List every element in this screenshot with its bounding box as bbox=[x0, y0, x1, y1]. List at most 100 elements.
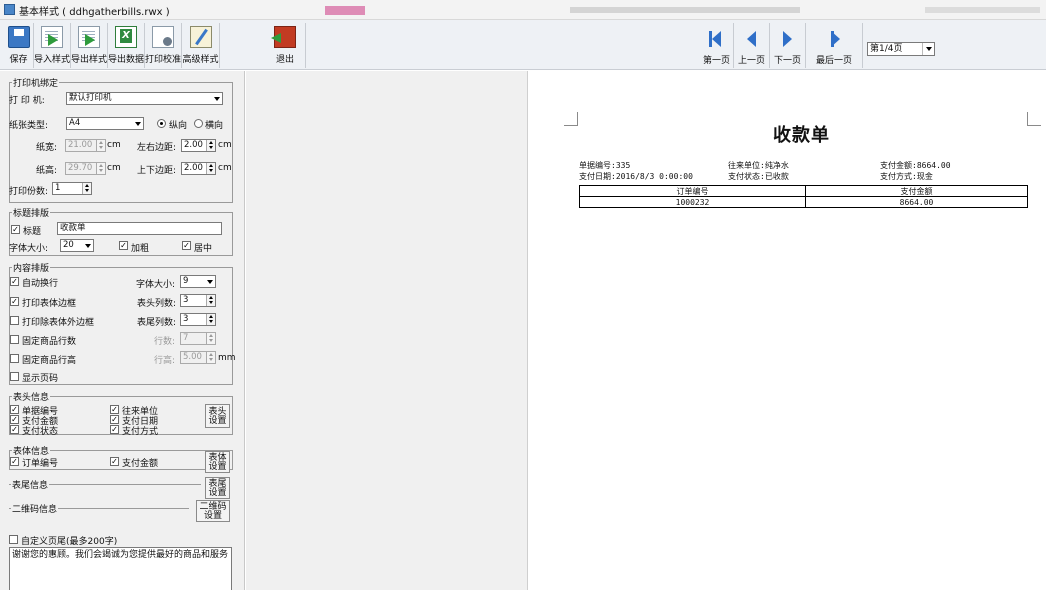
center-checkbox[interactable] bbox=[182, 241, 191, 250]
prev-page-button[interactable]: 上一页 bbox=[734, 23, 770, 68]
title-font-size-select[interactable]: 20 bbox=[60, 239, 94, 252]
content-font-size-select[interactable]: 9 bbox=[180, 275, 216, 288]
next-page-button[interactable]: 下一页 bbox=[770, 23, 806, 68]
fixed-row-height-checkbox[interactable] bbox=[10, 354, 19, 363]
copies-field[interactable]: 1 bbox=[52, 182, 92, 195]
print-outer-border-label: 打印除表体外边框 bbox=[22, 318, 95, 328]
qr-info-legend: 二维码信息 bbox=[12, 505, 58, 515]
print-calibrate-icon bbox=[152, 26, 174, 48]
portrait-radio[interactable] bbox=[157, 119, 166, 128]
custom-footer-checkbox[interactable] bbox=[9, 535, 18, 544]
auto-wrap-label: 自动换行 bbox=[22, 279, 59, 289]
header-item-checkbox[interactable] bbox=[110, 425, 119, 434]
title-font-size-label: 字体大小: bbox=[9, 244, 49, 254]
row-height-field[interactable]: 5.00 bbox=[180, 351, 216, 364]
title-check-label: 标题 bbox=[23, 227, 42, 237]
print-table-border-checkbox[interactable] bbox=[10, 297, 19, 306]
header-cols-field[interactable]: 3 bbox=[180, 294, 216, 307]
field-bill-no: 单据编号:335 bbox=[579, 161, 631, 170]
spinner-icon bbox=[206, 140, 215, 151]
window-title: 基本样式 ( ddhgatherbills.rwx ) bbox=[19, 7, 170, 18]
title-checkbox[interactable] bbox=[11, 225, 20, 234]
title-field[interactable]: 收款单 bbox=[57, 222, 222, 235]
paper-height-field[interactable]: 29.70 bbox=[65, 162, 106, 175]
exit-button[interactable]: 退出 bbox=[220, 23, 306, 68]
field-pay-date: 支付日期:2016/8/3 0:00:00 bbox=[579, 172, 693, 181]
unit-label: cm bbox=[218, 163, 232, 173]
save-button[interactable]: 保存 bbox=[4, 23, 34, 68]
body-item-checkbox[interactable] bbox=[10, 457, 19, 466]
margin-corner bbox=[1027, 112, 1041, 126]
landscape-radio[interactable] bbox=[194, 119, 203, 128]
custom-footer-textarea[interactable]: 谢谢您的惠顾。我们会竭诚为您提供最好的商品和服务 bbox=[9, 547, 232, 590]
header-cols-label: 表头列数: bbox=[137, 299, 177, 309]
save-icon bbox=[7, 26, 30, 48]
order-table: 订单编号 支付金额 1000232 8664.00 bbox=[579, 185, 1028, 208]
toolbar: 保存 导入样式 导出样式 导出数据 打印校准 高级样式 退出 第一页 上一页 下… bbox=[0, 20, 1046, 70]
spinner-icon bbox=[206, 314, 215, 325]
show-page-no-checkbox[interactable] bbox=[10, 372, 19, 381]
paper-width-label: 纸宽: bbox=[36, 143, 58, 153]
qr-info-group: 二维码信息 bbox=[9, 502, 189, 515]
chevron-down-icon bbox=[82, 240, 93, 251]
bold-label: 加粗 bbox=[131, 244, 150, 254]
chevron-down-icon bbox=[922, 43, 934, 55]
footer-info-group: 表尾信息 bbox=[9, 478, 201, 491]
portrait-label: 纵向 bbox=[169, 121, 188, 131]
chevron-down-icon bbox=[204, 276, 215, 287]
footer-cols-label: 表尾列数: bbox=[137, 318, 177, 328]
spinner-icon bbox=[82, 183, 91, 194]
printer-label: 打 印 机: bbox=[9, 96, 45, 106]
fixed-rows-checkbox[interactable] bbox=[10, 335, 19, 344]
auto-wrap-checkbox[interactable] bbox=[10, 277, 19, 286]
landscape-label: 横向 bbox=[205, 121, 224, 131]
header-item-checkbox[interactable] bbox=[10, 415, 19, 424]
first-page-button[interactable]: 第一页 bbox=[700, 23, 734, 68]
printer-select[interactable]: 默认打印机 bbox=[66, 92, 223, 105]
blurred-window-text bbox=[570, 7, 800, 13]
prev-page-icon bbox=[747, 31, 756, 47]
empty-panel bbox=[246, 71, 527, 590]
unit-label: mm bbox=[218, 353, 236, 363]
rows-label: 行数: bbox=[154, 337, 176, 347]
copies-label: 打印份数: bbox=[9, 187, 49, 197]
header-item-checkbox[interactable] bbox=[110, 415, 119, 424]
footer-settings-button[interactable]: 表尾设置 bbox=[205, 477, 230, 499]
tb-margin-field[interactable]: 2.00 bbox=[181, 162, 216, 175]
print-calibrate-button[interactable]: 打印校准 bbox=[145, 23, 182, 68]
bold-checkbox[interactable] bbox=[119, 241, 128, 250]
chevron-down-icon bbox=[132, 118, 143, 129]
import-style-button[interactable]: 导入样式 bbox=[34, 23, 71, 68]
field-pay-method: 支付方式:现金 bbox=[880, 172, 933, 181]
paper-width-field[interactable]: 21.00 bbox=[65, 139, 106, 152]
qr-settings-button[interactable]: 二维码设置 bbox=[196, 500, 230, 522]
table-header-cell: 订单编号 bbox=[579, 185, 806, 197]
spinner-icon bbox=[96, 163, 105, 174]
table-cell: 1000232 bbox=[579, 196, 806, 208]
rows-field[interactable]: 7 bbox=[180, 332, 216, 345]
footer-cols-field[interactable]: 3 bbox=[180, 313, 216, 326]
header-item-checkbox[interactable] bbox=[10, 405, 19, 414]
body-settings-button[interactable]: 表体设置 bbox=[205, 451, 230, 473]
last-page-button[interactable]: 最后一页 bbox=[806, 23, 863, 68]
title-group-legend: 标题排版 bbox=[13, 209, 50, 219]
edit-style-icon bbox=[189, 26, 212, 48]
footer-info-legend: 表尾信息 bbox=[12, 481, 49, 491]
title-bar: 基本样式 ( ddhgatherbills.rwx ) bbox=[0, 0, 1046, 20]
header-item-checkbox[interactable] bbox=[110, 405, 119, 414]
printer-group-legend: 打印机绑定 bbox=[13, 79, 59, 89]
row-height-label: 行高: bbox=[154, 356, 176, 366]
export-style-button[interactable]: 导出样式 bbox=[71, 23, 108, 68]
page-select[interactable]: 第1/4页 bbox=[867, 42, 935, 56]
show-page-no-label: 显示页码 bbox=[22, 374, 59, 384]
lr-margin-field[interactable]: 2.00 bbox=[181, 139, 216, 152]
print-outer-border-checkbox[interactable] bbox=[10, 316, 19, 325]
export-data-button[interactable]: 导出数据 bbox=[108, 23, 145, 68]
advanced-style-button[interactable]: 高级样式 bbox=[182, 23, 220, 68]
paper-type-select[interactable]: A4 bbox=[66, 117, 144, 130]
body-item-checkbox[interactable] bbox=[110, 457, 119, 466]
header-settings-button[interactable]: 表头设置 bbox=[205, 404, 230, 428]
chevron-down-icon bbox=[211, 93, 222, 104]
header-item-checkbox[interactable] bbox=[10, 425, 19, 434]
field-partner: 往来单位:纯净水 bbox=[728, 161, 789, 170]
